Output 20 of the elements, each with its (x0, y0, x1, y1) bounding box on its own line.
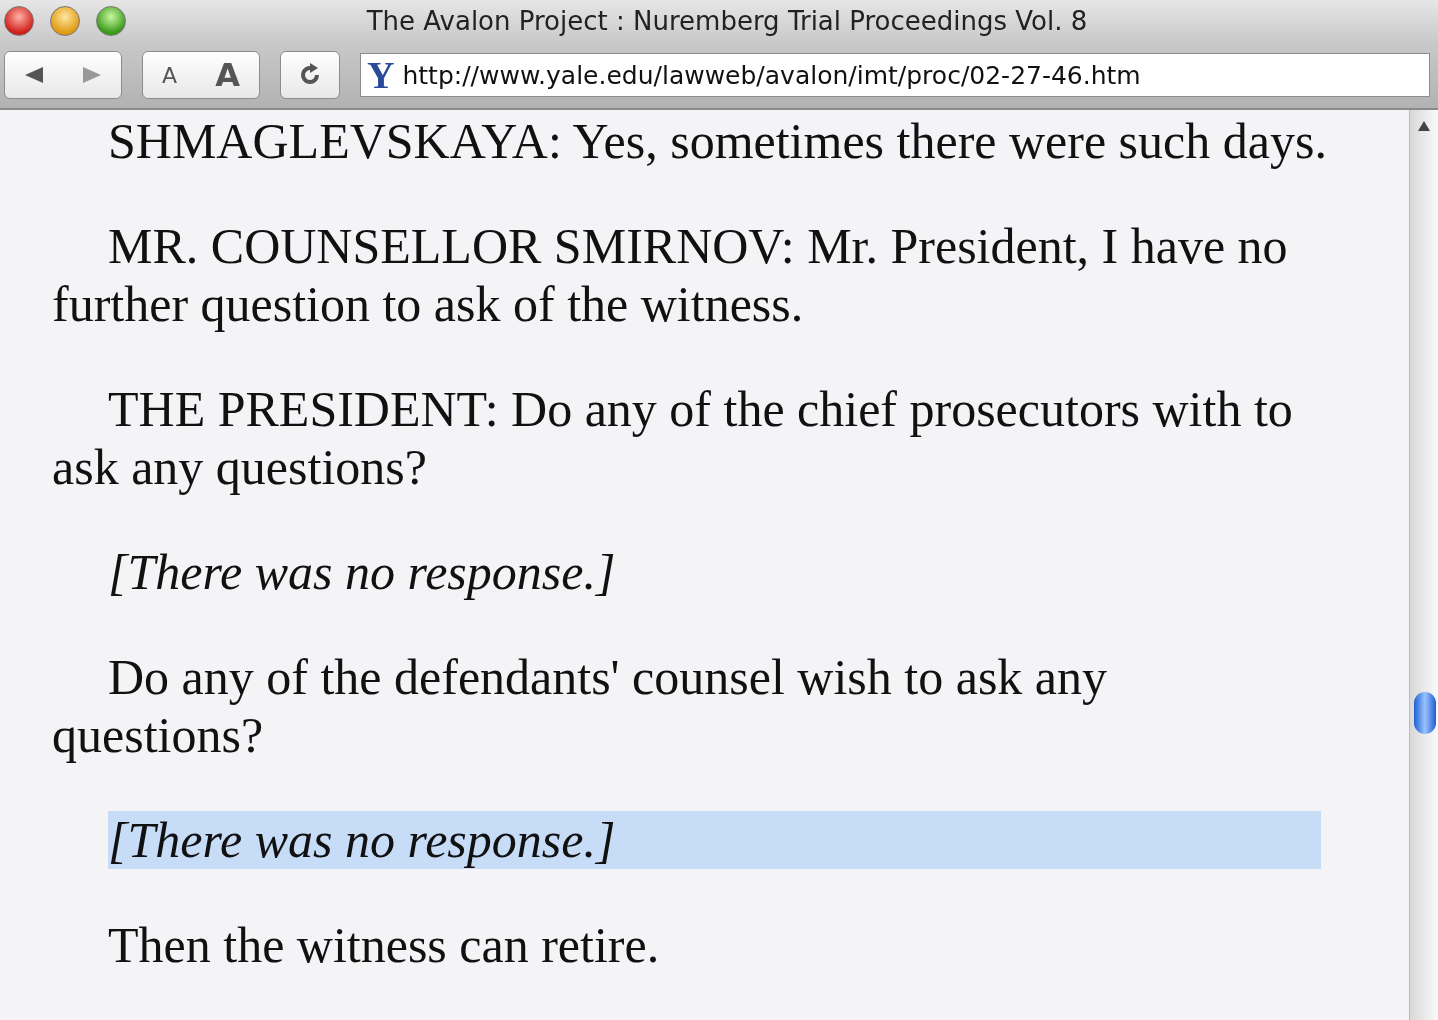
paragraph: THE PRESIDENT: Do any of the chief prosecutors with to ask any questions? (52, 380, 1294, 496)
scrollbar[interactable] (1409, 110, 1438, 1020)
site-logo: Y (367, 56, 395, 94)
minimize-button[interactable] (50, 6, 80, 36)
paragraph: Then the witness can retire. (107, 916, 661, 974)
address-field[interactable]: Y http://www.yale.edu/lawweb/avalon/imt/proc/02-27-46.htm (360, 53, 1430, 97)
close-button[interactable] (4, 6, 34, 36)
paragraph: Do any of the defendants' counsel wish to ask any questions? (52, 648, 1109, 764)
text-smaller-button[interactable]: A (156, 62, 184, 88)
window-title: The Avalon Project : Nuremberg Trial Proceedings Vol. 8 (366, 6, 1088, 36)
scroll-up-icon[interactable] (1417, 120, 1431, 132)
back-icon[interactable] (23, 66, 45, 84)
paragraph: SHMAGLEVSKAYA: Yes, sometimes there were such days. (107, 112, 1328, 170)
paragraph: [There was no response.] (108, 811, 1321, 869)
paragraph: MR. COUNSELLOR SMIRNOV: Mr. President, I have no further question to ask of the witness. (52, 217, 1289, 333)
forward-icon[interactable] (81, 66, 103, 84)
zoom-button[interactable] (96, 6, 126, 36)
scroll-thumb[interactable] (1414, 692, 1436, 734)
text-bigger-button[interactable]: A (209, 56, 246, 94)
paragraph: [There was no response.] (107, 543, 617, 601)
